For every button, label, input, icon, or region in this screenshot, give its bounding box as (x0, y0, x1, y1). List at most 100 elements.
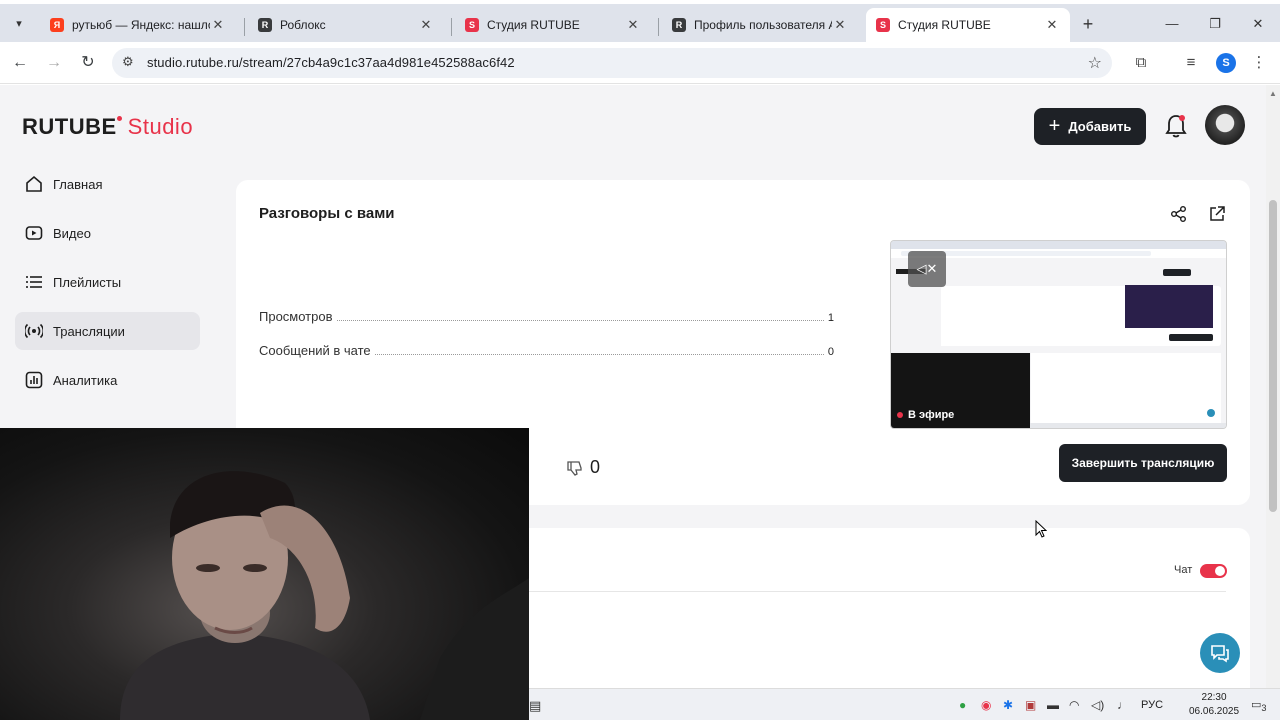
extensions-puzzle-icon[interactable]: ⧉ (1130, 52, 1152, 74)
microphone-icon[interactable]: ♩ (1117, 698, 1129, 712)
webcam-overlay (0, 428, 529, 720)
toggle-knob (1215, 566, 1225, 576)
sidebar-item-playlists[interactable]: Плейлисты (15, 263, 200, 301)
input-language[interactable]: РУС (1141, 699, 1163, 711)
window-close-icon[interactable]: ✕ (1246, 14, 1270, 34)
stat-chat-messages: Сообщений в чате 0 (259, 343, 834, 358)
reload-icon[interactable]: ↻ (77, 52, 99, 74)
mute-icon[interactable]: ◁✕ (908, 251, 946, 287)
live-dot-icon (897, 412, 903, 418)
sidebar-item-analytics[interactable]: Аналитика (15, 361, 200, 399)
tab-rutube-studio[interactable]: S Студия RUTUBE ✕ (455, 8, 651, 42)
site-settings-icon[interactable]: ⚙ (122, 54, 134, 70)
tab-roblox[interactable]: R Роблокс ✕ (248, 8, 444, 42)
stat-value: 0 (827, 346, 834, 358)
dislike-count: 0 (590, 457, 601, 477)
support-chat-button[interactable] (1200, 633, 1240, 673)
stat-label: Просмотров (259, 309, 333, 324)
open-external-icon[interactable] (1208, 205, 1226, 223)
logo-main: RUTUBE (22, 114, 117, 139)
tab-separator (244, 18, 245, 36)
plus-icon: + (1048, 115, 1061, 137)
chat-toggle[interactable] (1200, 564, 1227, 578)
clock-time: 22:30 (1201, 692, 1227, 703)
end-broadcast-button[interactable]: Завершить трансляцию (1059, 444, 1227, 482)
taskbar-clock[interactable]: 22:30 06.06.2025 (1189, 691, 1239, 719)
stat-value: 1 (827, 312, 834, 324)
notification-bell-icon[interactable] (1164, 113, 1188, 141)
analytics-icon (24, 370, 44, 390)
restore-icon[interactable]: ❐ (1203, 14, 1227, 34)
video-icon (24, 223, 44, 243)
tab-separator (451, 18, 452, 36)
close-icon[interactable]: ✕ (418, 17, 434, 33)
sidebar-item-label: Аналитика (53, 372, 118, 388)
network-icon[interactable]: ▬ (1047, 698, 1059, 712)
tab-roblox-profile[interactable]: R Профиль пользователя Ar ✕ (662, 8, 858, 42)
tab-title: рутьюб — Яндекс: нашлос (72, 18, 210, 32)
bookmark-star-icon[interactable]: ☆ (1088, 53, 1102, 73)
scroll-up-arrow-icon[interactable]: ▲ (1269, 89, 1277, 98)
volume-icon[interactable]: ◁) (1091, 698, 1104, 712)
clock-date: 06.06.2025 (1189, 706, 1240, 717)
tab-rutube-studio-active[interactable]: S Студия RUTUBE ✕ (866, 8, 1070, 42)
scrollbar-thumb[interactable] (1269, 200, 1277, 512)
rutube-icon: S (465, 18, 479, 32)
rutube-studio-logo[interactable]: RUTUBE Studio (22, 114, 193, 140)
minimize-icon[interactable]: — (1160, 14, 1184, 34)
sidebar-item-label: Главная (53, 176, 103, 192)
tab-title: Студия RUTUBE (487, 18, 580, 32)
close-icon[interactable]: ✕ (210, 17, 226, 33)
chat-divider (526, 591, 1226, 592)
taskbar-app-icon[interactable]: ▤ (529, 698, 541, 714)
webcam-preview: В эфире (891, 353, 1030, 428)
mouse-cursor-icon (1035, 520, 1047, 538)
page-scrollbar[interactable]: ▲ (1266, 85, 1280, 688)
stream-preview[interactable]: ◁✕ В эфире (890, 240, 1227, 429)
close-icon[interactable]: ✕ (832, 17, 848, 33)
chat-bubble-icon (1211, 645, 1229, 663)
add-button-label: Добавить (1068, 119, 1132, 134)
back-arrow-icon[interactable]: ← (9, 52, 31, 74)
share-icon[interactable] (1170, 205, 1188, 223)
dislike-counter[interactable]: 0 (566, 457, 600, 478)
roblox-icon: R (258, 18, 272, 32)
broadcast-icon (24, 321, 44, 341)
sidebar-item-label: Трансляции (53, 323, 125, 339)
browser-menu-icon[interactable]: ⋮ (1248, 52, 1270, 74)
omnibox[interactable]: ⚙ studio.rutube.ru/stream/27cb4a9c1c37aa… (112, 48, 1112, 78)
new-tab-plus-icon[interactable]: + (1078, 14, 1098, 34)
user-avatar[interactable] (1205, 105, 1245, 145)
browser-profile-avatar[interactable]: S (1216, 53, 1236, 73)
yandex-icon: Я (50, 18, 64, 32)
tab-separator (658, 18, 659, 36)
bluetooth-icon[interactable]: ✱ (1003, 698, 1013, 712)
windows-taskbar: ▤ ● ◉ ✱ ▣ ▬ ◠ ◁) ♩ РУС 22:30 06.06.2025 … (529, 688, 1280, 720)
sidebar-item-video[interactable]: Видео (15, 214, 200, 252)
notification-center-icon[interactable]: ▭3 (1251, 698, 1269, 713)
tab-yandex[interactable]: Я рутьюб — Яндекс: нашлос ✕ (40, 8, 236, 42)
tray-app-red-icon[interactable]: ◉ (981, 698, 991, 712)
stat-dots (336, 320, 824, 321)
add-button[interactable]: + Добавить (1034, 108, 1146, 145)
forward-arrow-icon[interactable]: → (43, 52, 65, 74)
stat-dots (374, 354, 824, 355)
tab-search-chevron-icon[interactable]: ▾ (8, 12, 30, 34)
playlist-icon (24, 272, 44, 292)
close-icon[interactable]: ✕ (1044, 17, 1060, 33)
media-control-icon[interactable]: ≡ (1180, 52, 1202, 74)
tray-app-green-icon[interactable]: ● (959, 698, 966, 712)
tab-strip: ▾ Я рутьюб — Яндекс: нашлос ✕ R Роблокс … (0, 4, 1280, 42)
tray-app-icon[interactable]: ▣ (1025, 698, 1036, 712)
sidebar-nav: Главная Видео Плейлисты Трансляции Анали… (15, 165, 200, 410)
sidebar-item-label: Видео (53, 225, 91, 241)
wifi-icon[interactable]: ◠ (1069, 698, 1079, 712)
tab-title: Профиль пользователя Ar (694, 18, 832, 32)
logo-sub: Studio (127, 114, 194, 139)
sidebar-item-broadcasts[interactable]: Трансляции (15, 312, 200, 350)
close-icon[interactable]: ✕ (625, 17, 641, 33)
url-text[interactable]: studio.rutube.ru/stream/27cb4a9c1c37aa4d… (147, 55, 515, 70)
sidebar-item-home[interactable]: Главная (15, 165, 200, 203)
live-badge-label: В эфире (908, 409, 955, 421)
address-bar-row: ← → ↻ ⚙ studio.rutube.ru/stream/27cb4a9c… (0, 42, 1280, 84)
